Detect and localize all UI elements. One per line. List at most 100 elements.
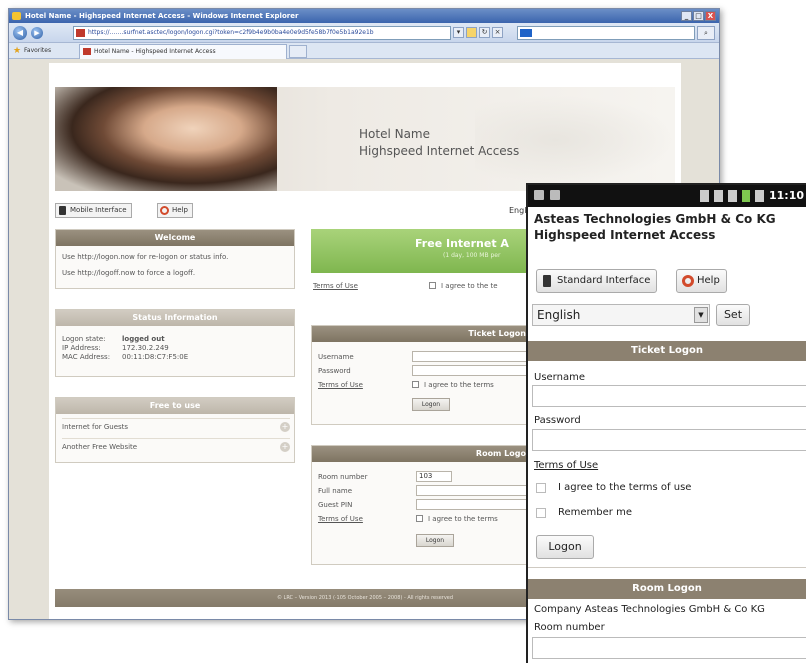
- language-value: English: [537, 308, 581, 322]
- room-agree-checkbox[interactable]: [416, 515, 423, 522]
- help-lifebuoy-icon: [682, 275, 694, 287]
- free-item-internet-for-guests[interactable]: Internet for Guests +: [62, 418, 290, 434]
- mobile-company-name: Asteas Technologies GmbH & Co KG: [534, 212, 776, 226]
- mobile-username-label: Username: [534, 372, 585, 383]
- free-internet-subtitle: (1 day, 100 MB per: [443, 252, 501, 259]
- address-tools: ▾ ↻ ×: [453, 27, 503, 38]
- mac-label: MAC Address:: [62, 353, 111, 361]
- room-number-input[interactable]: 103: [416, 471, 452, 482]
- mobile-agree-label: I agree to the terms of use: [558, 482, 692, 493]
- set-language-button[interactable]: Set: [716, 304, 750, 326]
- free-internet-button[interactable]: Free Internet A (1 day, 100 MB per: [311, 229, 531, 273]
- mobile-ticket-logon-header: Ticket Logon: [528, 341, 806, 361]
- plus-icon[interactable]: +: [280, 442, 290, 452]
- mobile-agree-checkbox[interactable]: [536, 483, 546, 493]
- message-icon: [534, 190, 544, 200]
- username-label: Username: [318, 353, 354, 361]
- agree-label: I agree to the te: [441, 282, 498, 290]
- favorites-star-icon: ★: [13, 46, 22, 56]
- mobile-room-number-label: Room number: [534, 622, 605, 633]
- free-to-use-panel: Free to use Internet for Guests + Anothe…: [55, 397, 295, 463]
- refresh-icon[interactable]: ↻: [479, 27, 490, 38]
- close-button[interactable]: X: [705, 11, 716, 21]
- alarm-icon: [754, 190, 764, 202]
- tab-hotel[interactable]: Hotel Name - Highspeed Internet Access: [79, 44, 287, 59]
- status-panel: Status Information Logon state: logged o…: [55, 309, 295, 377]
- agree-checkbox[interactable]: [429, 282, 436, 289]
- favorites-button[interactable]: ★ Favorites: [13, 46, 51, 56]
- username-input[interactable]: [412, 351, 530, 362]
- new-tab-button[interactable]: [289, 45, 307, 58]
- remember-me-checkbox[interactable]: [536, 508, 546, 518]
- plus-icon[interactable]: +: [280, 422, 290, 432]
- standard-interface-label: Standard Interface: [557, 275, 651, 286]
- full-name-input[interactable]: [416, 485, 530, 496]
- banner-map-graphic: [475, 95, 675, 185]
- stop-icon[interactable]: ×: [492, 27, 503, 38]
- window-titlebar[interactable]: Hotel Name - Highspeed Internet Access -…: [9, 9, 719, 23]
- dropdown-arrow-icon[interactable]: ▾: [453, 27, 464, 38]
- password-input[interactable]: [412, 365, 530, 376]
- dropdown-arrow-icon[interactable]: ▼: [694, 307, 708, 323]
- terms-of-use-link[interactable]: Terms of Use: [313, 281, 358, 291]
- mobile-help-label: Help: [697, 275, 720, 286]
- search-input[interactable]: [517, 26, 695, 40]
- room-logon-panel: Room Logo Room number 103 Full name Gues…: [311, 445, 531, 565]
- minimize-button[interactable]: _: [681, 11, 692, 21]
- android-status-bar: 11:10: [528, 185, 806, 207]
- header-banner: Hotel Name Highspeed Internet Access: [55, 87, 675, 191]
- window-title: Hotel Name - Highspeed Internet Access -…: [25, 12, 299, 20]
- free-item-another-website[interactable]: Another Free Website +: [62, 438, 290, 454]
- signal-icon: [727, 190, 737, 202]
- room-number-label: Room number: [318, 473, 368, 481]
- ticket-agree-checkbox[interactable]: [412, 381, 419, 388]
- standard-interface-button[interactable]: Standard Interface: [536, 269, 658, 293]
- room-terms-link[interactable]: Terms of Use: [318, 514, 363, 524]
- mobile-logon-button[interactable]: Logon: [536, 535, 594, 559]
- ticket-logon-button[interactable]: Logon: [412, 398, 450, 411]
- room-logon-button[interactable]: Logon: [416, 534, 454, 547]
- tab-bar: ★ Favorites Hotel Name - Highspeed Inter…: [9, 43, 719, 59]
- sd-card-icon: [550, 190, 560, 200]
- back-arrow-icon[interactable]: ◀: [13, 26, 27, 40]
- status-icons: 11:10: [699, 188, 804, 204]
- ticket-logon-title: Ticket Logon: [312, 326, 530, 342]
- favorites-label: Favorites: [24, 47, 52, 54]
- mobile-password-label: Password: [534, 415, 581, 426]
- mobile-interface-button[interactable]: Mobile Interface: [55, 203, 132, 218]
- window-controls: _ □ X: [681, 11, 716, 21]
- lock-icon[interactable]: [466, 27, 477, 38]
- mobile-page-subtitle: Highspeed Internet Access: [534, 228, 716, 242]
- mac-value: 00:11:D8:C7:F5:0E: [122, 353, 189, 361]
- status-clock: 11:10: [768, 189, 804, 202]
- ticket-terms-link[interactable]: Terms of Use: [318, 380, 363, 390]
- help-button[interactable]: Help: [157, 203, 193, 218]
- battery-icon: [741, 190, 750, 202]
- welcome-title: Welcome: [56, 230, 294, 246]
- guest-pin-label: Guest PIN: [318, 501, 353, 509]
- mobile-help-button[interactable]: Help: [676, 269, 727, 293]
- language-dropdown[interactable]: English ▼: [532, 304, 710, 326]
- mobile-room-number-input[interactable]: [532, 637, 806, 659]
- address-bar: ◀ ▶ https://…….surfnet.asctec/logon/logo…: [9, 23, 719, 43]
- mobile-password-input[interactable]: [532, 429, 806, 451]
- tab-favicon-icon: [83, 48, 91, 55]
- ie-app-icon: [12, 12, 21, 20]
- notification-icons: [534, 190, 560, 200]
- forward-arrow-icon[interactable]: ▶: [31, 27, 43, 39]
- mobile-interface-label: Mobile Interface: [70, 206, 127, 214]
- url-text: https://…….surfnet.asctec/logon/logon.cg…: [88, 29, 374, 36]
- search-go-icon[interactable]: ⌕: [697, 26, 715, 40]
- remember-me-label: Remember me: [558, 507, 632, 518]
- mobile-terms-link[interactable]: Terms of Use: [534, 459, 598, 472]
- site-favicon-icon: [76, 29, 85, 37]
- url-input[interactable]: https://…….surfnet.asctec/logon/logon.cg…: [73, 26, 451, 40]
- mobile-room-logon-header: Room Logon: [528, 579, 806, 599]
- guest-pin-input[interactable]: [416, 499, 530, 510]
- maximize-button[interactable]: □: [693, 11, 704, 21]
- mobile-username-input[interactable]: [532, 385, 806, 407]
- status-title: Status Information: [56, 310, 294, 326]
- room-logon-title: Room Logo: [312, 446, 530, 462]
- hotel-subtitle: Highspeed Internet Access: [359, 144, 520, 158]
- ticket-logon-panel: Ticket Logon Username Password Terms of …: [311, 325, 531, 425]
